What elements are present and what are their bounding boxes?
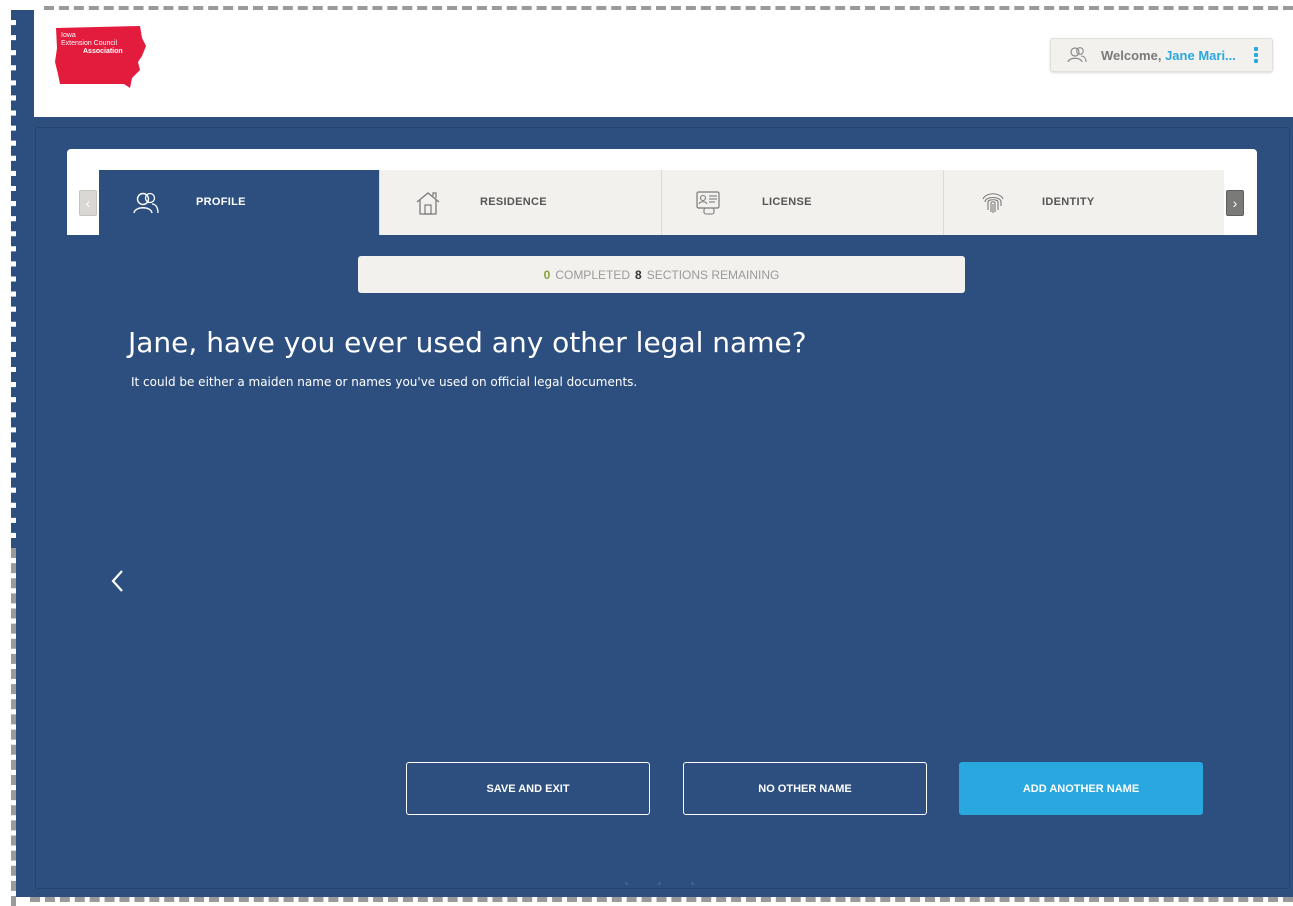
question-title: Jane, have you ever used any other legal…	[128, 326, 807, 359]
tab-label: RESIDENCE	[480, 196, 547, 208]
kebab-menu-icon[interactable]	[1254, 47, 1258, 63]
completed-count: 0	[543, 267, 551, 282]
remaining-count: 8	[635, 267, 642, 282]
logo-text: Iowa Extension Council Association	[61, 32, 123, 56]
tabs-scroll-left-button[interactable]: ‹	[79, 190, 97, 216]
no-other-name-button[interactable]: NO OTHER NAME	[683, 762, 927, 815]
remaining-label: SECTIONS REMAINING	[646, 267, 780, 282]
back-arrow-icon[interactable]	[108, 568, 128, 594]
welcome-text: Welcome, Jane Mari...	[1101, 48, 1236, 63]
tab-profile[interactable]: PROFILE	[99, 170, 380, 235]
app-header: Iowa Extension Council Association Welco…	[34, 10, 1293, 117]
tab-residence[interactable]: RESIDENCE	[380, 170, 662, 235]
logo-line-3: Association	[83, 48, 123, 55]
fingerprint-icon	[982, 193, 1004, 213]
user-menu[interactable]: Welcome, Jane Mari...	[1050, 38, 1273, 72]
logo[interactable]: Iowa Extension Council Association	[54, 22, 148, 92]
house-icon	[416, 192, 440, 215]
welcome-prefix: Welcome,	[1101, 47, 1162, 63]
tab-label: IDENTITY	[1042, 196, 1095, 208]
user-icon	[1067, 47, 1087, 63]
profile-icon	[133, 192, 159, 214]
user-name: Jane Mari...	[1165, 47, 1236, 63]
tab-license[interactable]: LICENSE	[662, 170, 944, 235]
tab-label: LICENSE	[762, 196, 812, 208]
page-dots	[625, 882, 694, 885]
tab-identity[interactable]: IDENTITY	[944, 170, 1224, 235]
question-subtitle: It could be either a maiden name or name…	[131, 375, 638, 389]
tab-label: PROFILE	[196, 196, 246, 208]
license-icon	[696, 191, 720, 215]
add-another-name-button[interactable]: ADD ANOTHER NAME	[959, 762, 1203, 815]
progress-summary: 0 COMPLETED 8 SECTIONS REMAINING	[358, 256, 965, 293]
save-and-exit-button[interactable]: SAVE AND EXIT	[406, 762, 650, 815]
logo-line-1: Iowa	[61, 32, 76, 39]
tabs-scroll-right-button[interactable]: ›	[1226, 190, 1244, 216]
logo-line-2: Extension Council	[61, 40, 118, 47]
completed-label: COMPLETED	[555, 267, 630, 282]
frame-border-bottom	[30, 897, 1293, 902]
